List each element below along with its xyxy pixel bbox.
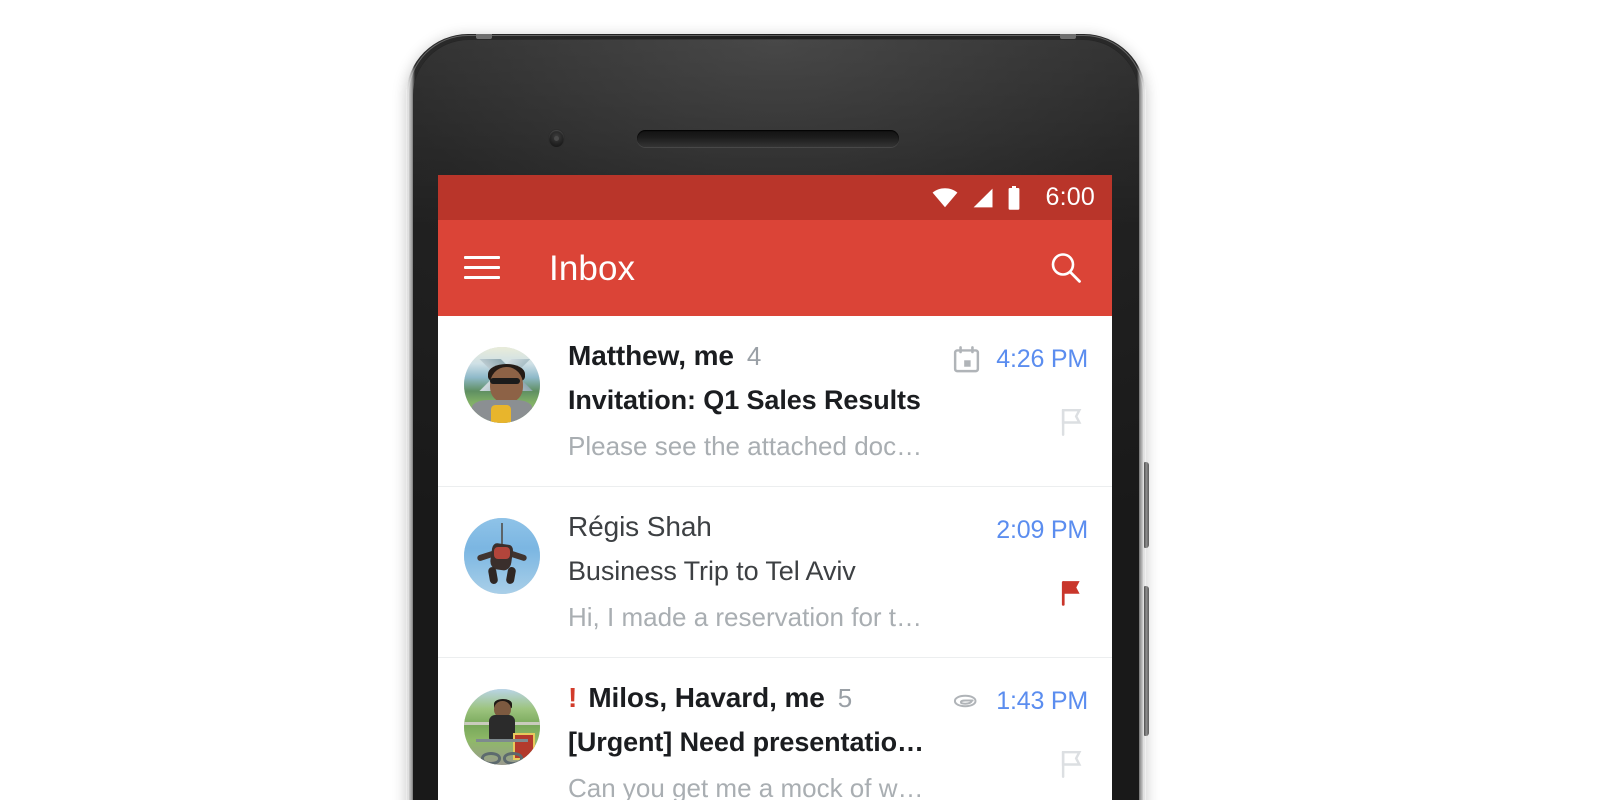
status-bar-clock: 6:00	[1045, 183, 1095, 211]
earpiece-speaker	[637, 130, 899, 147]
cellular-signal-icon	[973, 188, 993, 207]
page-title: Inbox	[549, 248, 636, 288]
phone-screen: 6:00 Inbox Matthew, me 4 Invitation: Q1 …	[438, 175, 1112, 800]
search-icon	[1051, 253, 1081, 283]
hamburger-menu-icon[interactable]	[464, 255, 500, 281]
calendar-icon	[954, 345, 980, 372]
email-thread-count: 4	[746, 341, 762, 371]
email-snippet: Please see the attached document f…	[568, 431, 928, 461]
email-snippet: Can you get me a mock of what it wi…	[568, 773, 928, 800]
email-meta: 2:09 PM	[938, 509, 1088, 633]
table-row[interactable]: Matthew, me 4 Invitation: Q1 Sales Resul…	[438, 316, 1112, 487]
email-senders: Régis Shah	[568, 511, 712, 542]
email-timestamp: 1:43 PM	[996, 686, 1088, 715]
wifi-icon	[932, 187, 957, 207]
flag-filled-icon	[1061, 581, 1080, 606]
attachment-paperclip-icon	[954, 694, 977, 708]
front-camera-icon	[549, 130, 564, 147]
table-row[interactable]: Régis Shah Business Trip to Tel Aviv Hi,…	[438, 487, 1112, 658]
email-senders: Matthew, me	[568, 340, 734, 371]
email-thread-count: 5	[837, 683, 853, 713]
email-subject: Invitation: Q1 Sales Results	[568, 385, 921, 415]
status-bar: 6:00	[438, 175, 1112, 220]
flag-button[interactable]	[1056, 577, 1086, 614]
email-meta: 1:43 PM	[938, 680, 1088, 800]
status-bar-icons: 6:00	[932, 185, 1095, 210]
email-meta: 4:26 PM	[938, 338, 1088, 462]
flag-button[interactable]	[1056, 406, 1086, 443]
power-button[interactable]	[1144, 462, 1149, 548]
email-meta-top: 4:26 PM	[951, 342, 1088, 376]
antenna-nub-left	[476, 34, 492, 39]
email-snippet: Hi, I made a reservation for the hotel…	[568, 602, 928, 632]
email-meta-top: 1:43 PM	[950, 684, 1088, 718]
email-list: Matthew, me 4 Invitation: Q1 Sales Resul…	[438, 316, 1112, 800]
phone-device: 6:00 Inbox Matthew, me 4 Invitation: Q1 …	[406, 34, 1149, 800]
flag-button[interactable]	[1056, 748, 1086, 785]
avatar[interactable]	[464, 518, 540, 594]
email-sender-line: Matthew, me 4	[568, 342, 928, 370]
email-sender-line: Régis Shah	[568, 513, 928, 541]
email-meta-top: 2:09 PM	[996, 513, 1088, 547]
email-senders: Milos, Havard, me	[588, 682, 825, 713]
antenna-nub-right	[1060, 34, 1076, 39]
email-timestamp: 2:09 PM	[996, 515, 1088, 544]
battery-icon	[1008, 185, 1019, 210]
importance-marker-icon: !	[568, 682, 578, 713]
volume-rocker-button[interactable]	[1144, 586, 1149, 736]
avatar[interactable]	[464, 689, 540, 765]
screenshot-canvas: 6:00 Inbox Matthew, me 4 Invitation: Q1 …	[0, 0, 1600, 800]
email-subject: Business Trip to Tel Aviv	[568, 556, 856, 586]
app-bar: Inbox	[438, 220, 1112, 316]
email-content: Matthew, me 4 Invitation: Q1 Sales Resul…	[568, 338, 928, 462]
flag-outline-icon	[1061, 408, 1082, 437]
email-timestamp: 4:26 PM	[996, 344, 1088, 373]
flag-outline-icon	[1061, 750, 1082, 779]
email-sender-line: ! Milos, Havard, me 5	[568, 684, 928, 712]
table-row[interactable]: ! Milos, Havard, me 5 [Urgent] Need pres…	[438, 658, 1112, 800]
search-button[interactable]	[1044, 246, 1088, 290]
email-subject: [Urgent] Need presentation today	[568, 727, 928, 757]
email-content: Régis Shah Business Trip to Tel Aviv Hi,…	[568, 509, 928, 633]
email-content: ! Milos, Havard, me 5 [Urgent] Need pres…	[568, 680, 928, 800]
avatar[interactable]	[464, 347, 540, 423]
